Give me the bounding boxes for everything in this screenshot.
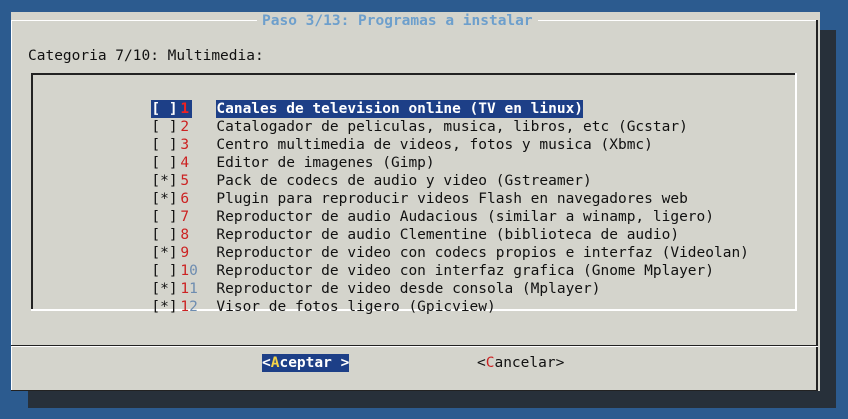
button-label: ancelar [494, 355, 556, 371]
list-item[interactable]: [ ] 3 Centro multimedia de videos, fotos y… [99, 118, 749, 153]
list-frame-border-left [31, 73, 33, 311]
bracket: < [262, 355, 271, 371]
dialog-title: Paso 3/13: Programas a instalar [257, 12, 538, 30]
cancel-button[interactable]: <Cancelar> [477, 354, 564, 372]
list-item[interactable]: [ ] 8 Reproductor de audio Clementine (bib… [99, 208, 749, 243]
list-item[interactable]: [ ] 2 Catalogador de peliculas, musica, li… [99, 100, 749, 135]
item-number-digit2: 2 [189, 299, 198, 315]
list-item[interactable]: [ ] 4 Editor de imagenes (Gimp) [99, 136, 749, 171]
checkbox[interactable]: [*] [151, 298, 180, 316]
list-item[interactable]: [*] 11 Reproductor de video desde consola … [99, 262, 749, 297]
item-number: 12 [180, 298, 216, 316]
bracket: < [477, 355, 486, 371]
program-checklist: [ ] 1 Canales de television online (TV en … [99, 82, 749, 315]
list-item[interactable]: [*] 6 Plugin para reproducir videos Flash … [99, 172, 749, 207]
item-label: Visor de fotos ligero (Gpicview) [216, 299, 496, 315]
item-number-digit: 1 [180, 299, 190, 315]
accept-button[interactable]: <Aceptar > [262, 354, 350, 372]
list-item[interactable]: [ ] 1 Canales de television online (TV en … [99, 82, 749, 118]
category-prompt: Categoria 7/10: Multimedia: [28, 48, 264, 64]
bracket: > [331, 355, 350, 371]
list-item[interactable]: [*] 12 Visor de fotos ligero (Gpicview) [99, 280, 749, 315]
list-item[interactable]: [*] 5 Pack de codecs de audio y video (Gst… [99, 154, 749, 189]
button-separator-highlight [11, 346, 818, 347]
dialog-border-bottom [11, 390, 818, 391]
list-item[interactable]: [*] 9 Reproductor de video con codecs prop… [99, 226, 749, 261]
checklist-dialog: Paso 3/13: Programas a instalar Categori… [11, 12, 820, 391]
list-frame-border-right [795, 73, 797, 311]
list-item[interactable]: [ ] 10 Reproductor de video con interfaz g… [99, 244, 749, 279]
list-frame-border-top [31, 73, 795, 75]
dialog-border-left [11, 20, 12, 390]
dialog-border-right [816, 20, 818, 391]
button-label: ceptar [279, 355, 332, 371]
bracket: > [555, 355, 565, 371]
list-item[interactable]: [ ] 7 Reproductor de audio Audacious (simi… [99, 190, 749, 225]
